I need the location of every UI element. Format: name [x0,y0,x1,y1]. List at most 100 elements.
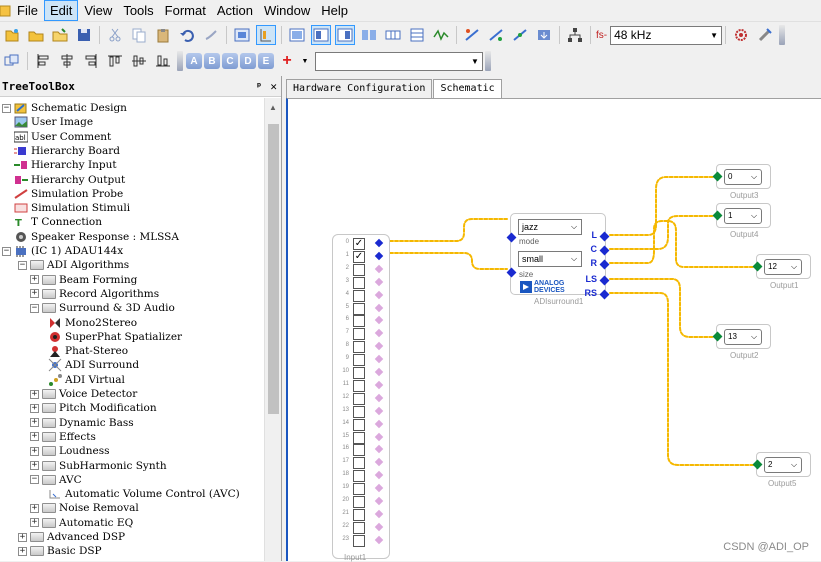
gear-icon[interactable] [731,25,751,45]
undo-icon[interactable] [177,25,197,45]
columns-icon[interactable] [383,25,403,45]
align-icon[interactable] [256,25,276,45]
tree-item[interactable]: T T Connection [14,215,102,229]
channel-output-pin[interactable] [374,277,384,286]
tree-scrollbar[interactable]: ▲ [264,98,281,561]
output1-channel-select[interactable]: 12 ⌵ [764,259,802,275]
tree-item[interactable]: + Pitch Modification [30,401,157,415]
tree-item[interactable]: + Advanced DSP [18,530,125,544]
output3-block[interactable]: 0 ⌵ [712,164,771,189]
channel-output-pin[interactable] [374,380,384,390]
tree-item[interactable]: − ADI Algorithms [18,258,129,272]
tree-item[interactable]: + Automatic EQ [30,516,133,530]
menu-window[interactable]: Window [259,1,315,20]
channel-checkbox[interactable] [353,470,365,483]
size-select[interactable]: small ⌵ [518,251,582,267]
toolbar-grip[interactable] [177,51,183,71]
channel-checkbox[interactable]: ✓ [353,238,365,250]
tree-item[interactable]: Phat-Stereo [48,344,128,358]
channel-output-pin[interactable] [374,238,384,248]
expand-icon[interactable]: + [30,389,39,399]
channel-checkbox[interactable] [353,418,365,431]
download-icon[interactable] [534,25,554,45]
toolbar-grip[interactable] [779,25,786,45]
align-right-icon[interactable] [81,51,101,71]
tree-item[interactable]: + Basic DSP [18,544,102,558]
align-top-icon[interactable] [105,51,125,71]
tree-item[interactable]: − (IC 1) ADAU144x [2,244,123,258]
collapse-icon[interactable]: − [2,103,11,113]
output2-channel-select[interactable]: 13 ⌵ [724,329,762,345]
tree-item[interactable]: SuperPhat Spatializer [48,330,182,344]
tree-item[interactable]: User Image [14,115,93,129]
compile-icon[interactable] [510,25,530,45]
menu-tools[interactable]: Tools [118,1,158,20]
link-compile-download-icon[interactable] [486,25,506,45]
channel-checkbox[interactable] [353,302,365,315]
channel-output-pin[interactable] [374,316,384,325]
channel-checkbox[interactable] [353,431,365,444]
tree-item[interactable]: + Effects [30,430,96,444]
tree-item[interactable]: Simulation Probe [14,187,123,201]
expand-icon[interactable]: + [30,418,39,428]
channel-output-pin[interactable] [374,535,384,544]
channel-checkbox[interactable] [353,341,365,354]
menu-file[interactable]: File [12,1,43,20]
align-middle-icon[interactable] [129,51,149,71]
grid-icon[interactable] [232,25,252,45]
expand-icon[interactable]: + [30,446,39,456]
channel-checkbox[interactable] [353,289,365,302]
channel-checkbox[interactable] [353,367,365,379]
new-project-icon[interactable] [2,25,22,45]
channel-output-pin[interactable] [374,354,384,364]
collapse-icon[interactable]: − [18,260,27,270]
save-icon[interactable] [74,25,94,45]
link-icon[interactable] [359,25,379,45]
menu-edit[interactable]: Edit [43,0,79,21]
channel-checkbox[interactable] [353,534,365,547]
tree-item[interactable]: ADI Surround [48,358,139,372]
output3-channel-select[interactable]: 0 ⌵ [724,169,762,185]
link-compile-icon[interactable] [462,25,482,45]
color-e-button[interactable]: E [258,53,274,69]
adi-surround-block[interactable]: jazz ⌵ mode small ⌵ size L C R LS RS ANA… [506,213,610,300]
pin-icon[interactable]: ᵖ [256,80,263,93]
channel-output-pin[interactable] [374,264,384,274]
paste-icon[interactable] [153,25,173,45]
signal-icon[interactable] [431,25,451,45]
expand-icon[interactable]: + [18,532,27,542]
scroll-up-icon[interactable]: ▲ [269,103,277,112]
tree-item[interactable]: Automatic Volume Control (AVC) [48,487,240,501]
channel-checkbox[interactable] [353,276,365,289]
channel-checkbox[interactable] [353,392,365,405]
channel-output-pin[interactable] [374,432,384,441]
expand-icon[interactable]: + [30,461,39,470]
menu-help[interactable]: Help [316,1,353,20]
schematic-canvas[interactable]: 0 ✓ 1 ✓ 2 3 4 5 6 7 8 9 10 11 12 13 14 15 16 17 18 19 20 21 22 23… [286,98,821,562]
menu-action[interactable]: Action [212,1,258,20]
color-a-button[interactable]: A [186,53,202,69]
channel-output-pin[interactable] [374,509,384,519]
channel-output-pin[interactable] [374,419,384,428]
align-bottom-icon[interactable] [153,51,173,71]
expand-icon[interactable]: + [30,289,39,299]
open-folder-icon[interactable] [26,25,46,45]
output2-block[interactable]: 13 ⌵ [712,324,771,349]
tree-item[interactable]: + SubHarmonic Synth [30,459,167,473]
expand-icon[interactable]: + [30,518,39,528]
tree-item[interactable]: ADI Virtual [48,373,125,387]
expand-icon[interactable]: + [30,275,39,285]
channel-checkbox[interactable] [353,315,365,328]
channel-output-pin[interactable] [374,470,384,480]
tree-item[interactable]: abl User Comment [14,130,111,144]
channel-checkbox[interactable] [353,508,365,521]
channel-checkbox[interactable] [353,483,365,496]
layout-right-icon[interactable] [335,25,355,45]
channel-output-pin[interactable] [374,290,384,299]
tree-item[interactable]: − Surround & 3D Audio [30,301,175,315]
channel-output-pin[interactable] [374,406,384,415]
tree-item[interactable]: + Noise Removal [30,501,139,515]
mode-select[interactable]: jazz ⌵ [518,219,582,235]
expand-icon[interactable]: + [18,546,27,556]
channel-output-pin[interactable] [374,393,384,403]
